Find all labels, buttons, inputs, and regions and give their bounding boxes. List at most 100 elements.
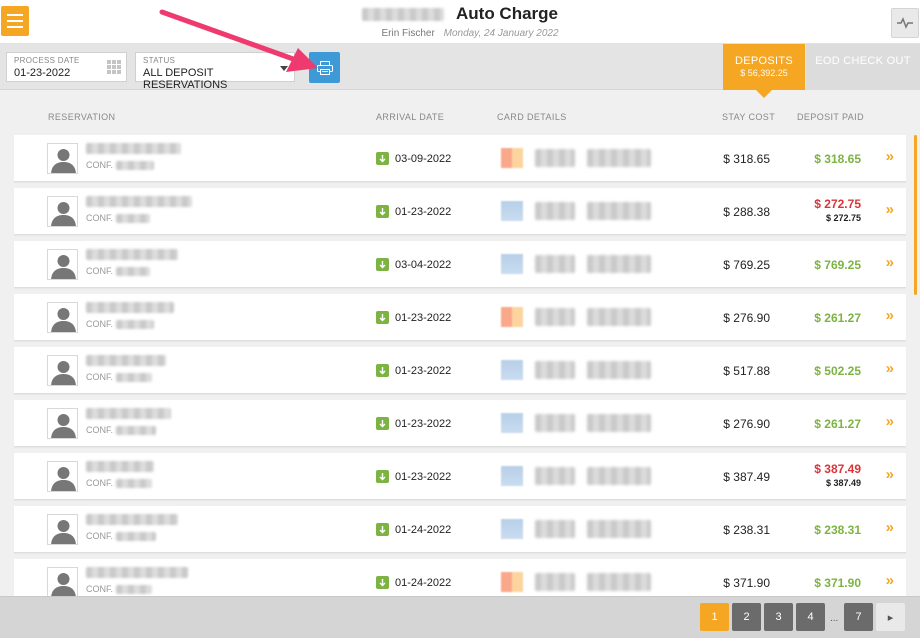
status-label: STATUS: [143, 56, 176, 65]
user-silhouette-icon: [51, 361, 76, 385]
conf-number-redacted: [116, 319, 154, 329]
next-page-button[interactable]: ▸: [876, 603, 905, 631]
table-row[interactable]: CONF. 01-23-2022 $ 517.88 $ 502.25 »: [14, 347, 906, 394]
conf-label: CONF.: [86, 372, 113, 382]
pagination-bar: 1234 ... 7 ▸: [0, 596, 920, 638]
arrival-date: 01-23-2022: [395, 205, 452, 218]
card-details-redacted: [501, 360, 651, 380]
guest-name-redacted: [86, 249, 178, 260]
stay-cost: $ 769.25: [723, 258, 770, 272]
user-silhouette-icon: [51, 308, 76, 332]
table-row[interactable]: CONF. 03-04-2022 $ 769.25 $ 769.25 »: [14, 241, 906, 288]
conf-label: CONF.: [86, 425, 113, 435]
table-row[interactable]: CONF. 01-23-2022 $ 288.38 $ 272.75 $ 272…: [14, 188, 906, 235]
conf-number-redacted: [116, 584, 152, 594]
stay-cost: $ 238.31: [723, 523, 770, 537]
deposit-paid: $ 261.27: [814, 311, 861, 325]
card-brand-icon: [501, 148, 523, 168]
double-chevron-right-icon[interactable]: »: [886, 148, 894, 165]
double-chevron-right-icon[interactable]: »: [886, 413, 894, 430]
avatar: [47, 408, 78, 439]
arrow-down-icon: [376, 576, 389, 589]
conf-number-redacted: [116, 213, 150, 223]
conf-label: CONF.: [86, 584, 113, 594]
card-brand-icon: [501, 254, 523, 274]
guest-name-redacted: [86, 461, 154, 472]
arrival-date: 01-24-2022: [395, 576, 452, 589]
page-button-2[interactable]: 2: [732, 603, 761, 631]
tab-deposits-label: DEPOSITS: [734, 55, 794, 67]
activity-icon: [897, 17, 913, 29]
card-brand-icon: [501, 413, 523, 433]
conf-label: CONF.: [86, 319, 113, 329]
page-button-3[interactable]: 3: [764, 603, 793, 631]
process-date-value: 01-23-2022: [14, 67, 71, 79]
user-silhouette-icon: [51, 520, 76, 544]
arrival-date: 03-09-2022: [395, 152, 452, 165]
scrollbar[interactable]: [914, 135, 917, 595]
deposit-paid: $ 318.65: [814, 152, 861, 166]
card-brand-icon: [501, 201, 523, 221]
page-button-1[interactable]: 1: [700, 603, 729, 631]
double-chevron-right-icon[interactable]: »: [886, 572, 894, 589]
arrival-date: 01-23-2022: [395, 417, 452, 430]
conf-label: CONF.: [86, 266, 113, 276]
guest-name-redacted: [86, 567, 188, 578]
deposit-paid-detail: $ 387.49: [825, 478, 861, 488]
guest-name-redacted: [86, 302, 174, 313]
property-name-redacted: [362, 7, 444, 21]
avatar: [47, 249, 78, 280]
stay-cost: $ 387.49: [723, 470, 770, 484]
tab-deposits[interactable]: DEPOSITS $ 56,392.25: [723, 44, 805, 90]
stay-cost: $ 371.90: [723, 576, 770, 590]
stay-cost: $ 276.90: [723, 311, 770, 325]
table-row[interactable]: CONF. 01-24-2022 $ 238.31 $ 238.31 »: [14, 506, 906, 553]
double-chevron-right-icon[interactable]: »: [886, 201, 894, 218]
status-select[interactable]: STATUS ALL DEPOSIT RESERVATIONS: [135, 52, 295, 91]
arrow-down-icon: [376, 470, 389, 483]
double-chevron-right-icon[interactable]: »: [886, 360, 894, 377]
avatar: [47, 461, 78, 492]
table-row[interactable]: CONF. 03-09-2022 $ 318.65 $ 318.65 »: [14, 135, 906, 182]
arrow-down-icon: [376, 205, 389, 218]
stay-cost: $ 318.65: [723, 152, 770, 166]
conf-label: CONF.: [86, 531, 113, 541]
card-details-redacted: [501, 307, 651, 327]
double-chevron-right-icon[interactable]: »: [886, 519, 894, 536]
card-details-redacted: [501, 572, 651, 592]
column-header-arrival: ARRIVAL DATE: [376, 112, 445, 122]
card-brand-icon: [501, 466, 523, 486]
page-button-4[interactable]: 4: [796, 603, 825, 631]
deposit-paid: $ 261.27: [814, 417, 861, 431]
stay-cost: $ 276.90: [723, 417, 770, 431]
card-details-redacted: [501, 201, 651, 221]
process-date-field[interactable]: PROCESS DATE 01-23-2022: [6, 52, 127, 82]
arrow-down-icon: [376, 417, 389, 430]
status-value: ALL DEPOSIT RESERVATIONS: [143, 67, 228, 91]
tab-eod-check-out[interactable]: EOD CHECK OUT: [806, 44, 920, 90]
avatar: [47, 302, 78, 333]
double-chevron-right-icon[interactable]: »: [886, 254, 894, 271]
avatar: [47, 143, 78, 174]
active-tab-indicator: [756, 90, 772, 98]
arrow-down-icon: [376, 523, 389, 536]
chevron-down-icon: [280, 66, 288, 71]
activity-button[interactable]: [891, 8, 919, 38]
double-chevron-right-icon[interactable]: »: [886, 307, 894, 324]
print-button[interactable]: [309, 52, 340, 83]
app-header: Auto Charge Erin Fischer Monday, 24 Janu…: [0, 0, 920, 44]
double-chevron-right-icon[interactable]: »: [886, 466, 894, 483]
deposit-paid: $ 502.25: [814, 364, 861, 378]
scrollbar-thumb[interactable]: [914, 135, 917, 295]
column-header-reservation: RESERVATION: [48, 112, 116, 122]
table-row[interactable]: CONF. 01-23-2022 $ 276.90 $ 261.27 »: [14, 294, 906, 341]
calendar-icon[interactable]: [107, 60, 121, 74]
page-button-last[interactable]: 7: [844, 603, 873, 631]
conf-label: CONF.: [86, 478, 113, 488]
table-row[interactable]: CONF. 01-23-2022 $ 387.49 $ 387.49 $ 387…: [14, 453, 906, 500]
printer-icon: [316, 60, 333, 75]
guest-name-redacted: [86, 355, 166, 366]
card-brand-icon: [501, 307, 523, 327]
table-row[interactable]: CONF. 01-23-2022 $ 276.90 $ 261.27 »: [14, 400, 906, 447]
card-details-redacted: [501, 413, 651, 433]
